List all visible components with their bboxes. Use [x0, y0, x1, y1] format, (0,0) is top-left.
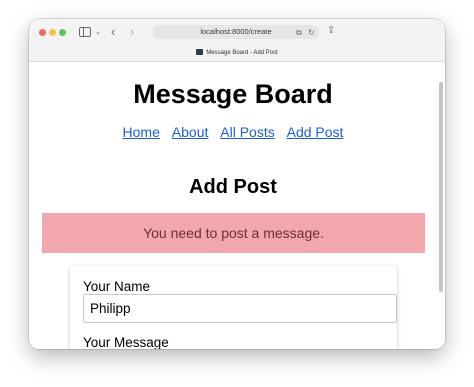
- minimize-window-button[interactable]: [49, 29, 56, 36]
- zoom-window-button[interactable]: [59, 29, 66, 36]
- main-nav: Home About All Posts Add Post: [29, 124, 437, 140]
- add-post-form: Your Name Your Message: [70, 266, 397, 349]
- page-content: Message Board Home About All Posts Add P…: [29, 62, 445, 349]
- nav-link-add-post[interactable]: Add Post: [287, 124, 344, 140]
- active-tab[interactable]: Message Board - Add Post: [29, 46, 445, 61]
- tab-title: Message Board - Add Post: [206, 50, 278, 56]
- name-label: Your Name: [83, 279, 151, 294]
- close-window-button[interactable]: [39, 29, 46, 36]
- forward-icon[interactable]: ›: [130, 25, 134, 38]
- stage: ⌄ ‹ › localhost:8000/create ⧉ ↻ ⇪ Messag…: [0, 0, 474, 387]
- vertical-scrollbar[interactable]: [439, 82, 443, 292]
- chevron-down-icon[interactable]: ⌄: [95, 27, 101, 38]
- back-icon[interactable]: ‹: [111, 25, 115, 38]
- nav-link-all-posts[interactable]: All Posts: [220, 124, 274, 140]
- message-label: Your Message: [83, 335, 169, 349]
- browser-titlebar: ⌄ ‹ › localhost:8000/create ⧉ ↻ ⇪ Messag…: [29, 19, 445, 62]
- section-title: Add Post: [189, 176, 277, 198]
- page-title: Message Board: [133, 79, 333, 109]
- nav-link-home[interactable]: Home: [123, 124, 160, 140]
- error-alert: You need to post a message.: [42, 213, 425, 253]
- favicon-icon: [196, 49, 204, 55]
- nav-link-about[interactable]: About: [172, 124, 209, 140]
- reload-icon[interactable]: ↻: [308, 27, 315, 38]
- sidebar-icon[interactable]: [79, 27, 91, 37]
- name-input[interactable]: [83, 294, 397, 323]
- browser-window: ⌄ ‹ › localhost:8000/create ⧉ ↻ ⇪ Messag…: [29, 19, 445, 349]
- share-icon[interactable]: ⇪: [327, 25, 335, 36]
- translate-icon[interactable]: ⧉: [296, 27, 302, 38]
- address-bar[interactable]: localhost:8000/create ⧉ ↻: [153, 25, 319, 39]
- url-text[interactable]: localhost:8000/create: [153, 26, 319, 38]
